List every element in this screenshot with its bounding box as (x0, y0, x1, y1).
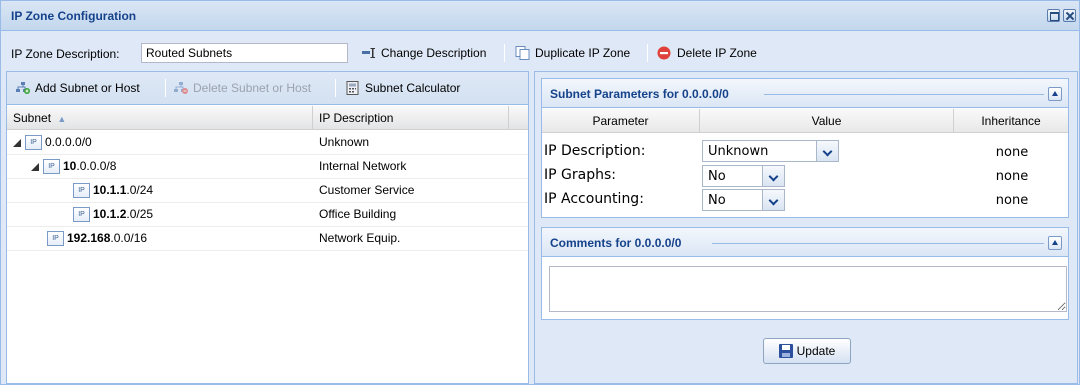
param-label-ip-graphs: IP Graphs: (544, 167, 616, 183)
ip-subnet-icon: IP (43, 159, 60, 175)
subnet-parameters-header: Subnet Parameters for 0.0.0.0/0 (542, 79, 1068, 108)
column-header-parameter: Parameter (542, 109, 700, 133)
column-header-subnet[interactable]: Subnet ▲ (7, 106, 313, 130)
collapse-icon[interactable] (1048, 87, 1062, 101)
parameter-table-header: Parameter Value Inheritance (542, 109, 1068, 133)
comments-textarea[interactable] (549, 266, 1067, 312)
subnet-calculator-label: Subnet Calculator (365, 81, 461, 95)
collapse-icon[interactable] (1048, 236, 1062, 250)
param-label-ip-description: IP Description: (544, 143, 646, 159)
ip-description-cell: Network Equip. (319, 231, 401, 245)
ip-accounting-value: No (708, 193, 726, 208)
column-header-ip-description[interactable]: IP Description (313, 106, 509, 130)
chevron-down-icon (762, 190, 784, 210)
expanded-arrow-icon[interactable] (13, 138, 21, 147)
subnet-value: .0.0/16 (110, 231, 148, 245)
details-area: Subnet Parameters for 0.0.0.0/0 Paramete… (534, 71, 1078, 384)
column-ip-description-label: IP Description (319, 111, 394, 125)
subnet-bold-part: 10.1.2 (93, 207, 127, 221)
delete-zone-label: Delete IP Zone (677, 46, 757, 60)
table-row[interactable]: IP 0.0.0.0/0 Unknown (7, 131, 528, 155)
column-subnet-label: Subnet (13, 111, 52, 125)
inheritance-value: none (995, 193, 1029, 208)
param-label-ip-accounting: IP Accounting: (544, 191, 644, 207)
window-titlebar: IP Zone Configuration (1, 1, 1079, 31)
toolbar-separator (647, 44, 648, 62)
subnet-parameters-panel: Subnet Parameters for 0.0.0.0/0 Paramete… (541, 78, 1069, 218)
delete-icon (657, 46, 673, 60)
column-header-value: Value (700, 109, 954, 133)
add-subnet-label: Add Subnet or Host (35, 81, 140, 95)
ip-description-cell: Unknown (319, 135, 370, 149)
subnet-value: 0.0.0.0/0 (45, 135, 92, 149)
delete-network-icon (173, 81, 189, 95)
ip-description-value: Unknown (708, 144, 769, 159)
ip-accounting-select[interactable]: No (702, 189, 785, 211)
ip-zone-window: IP Zone Configuration IP Zone Descriptio… (0, 0, 1080, 385)
subnet-bold-part: 10.1.1 (93, 183, 127, 197)
subnet-bold-part: 192.168 (67, 231, 111, 245)
grid-header: Subnet ▲ IP Description (7, 106, 528, 130)
comments-panel: Comments for 0.0.0.0/0 (541, 227, 1069, 320)
toolbar-separator (335, 79, 336, 97)
add-subnet-button[interactable]: Add Subnet or Host (15, 78, 140, 98)
update-button[interactable]: Update (763, 338, 851, 364)
inheritance-value: none (995, 145, 1029, 160)
subnet-parameters-title: Subnet Parameters for 0.0.0.0/0 (550, 87, 729, 101)
subnet-bold-part: 10 (63, 159, 77, 173)
ip-subnet-icon: IP (73, 207, 90, 223)
ip-description-select[interactable]: Unknown (702, 140, 839, 162)
table-row[interactable]: IP 192.168.0.0/16 Network Equip. (7, 227, 528, 251)
zone-description-input[interactable] (141, 43, 348, 63)
duplicate-zone-button[interactable]: Duplicate IP Zone (515, 43, 630, 63)
add-network-icon (15, 81, 31, 95)
ip-description-cell: Customer Service (319, 183, 415, 197)
ip-subnet-icon: IP (25, 135, 42, 151)
ip-graphs-select[interactable]: No (702, 165, 785, 187)
table-row[interactable]: IP 10.1.2.0/25 Office Building (7, 203, 528, 227)
duplicate-zone-label: Duplicate IP Zone (535, 46, 631, 60)
ip-graphs-value: No (708, 169, 726, 184)
save-floppy-icon (778, 344, 793, 358)
table-row[interactable]: IP 10.0.0.0/8 Internal Network (7, 155, 528, 179)
chevron-down-icon (816, 141, 838, 161)
close-icon[interactable] (1063, 9, 1076, 22)
column-header-inheritance: Inheritance (981, 114, 1041, 128)
sort-ascending-icon: ▲ (57, 114, 67, 124)
header-rule (764, 94, 1044, 95)
toolbar-separator (504, 44, 505, 62)
inheritance-value: none (995, 169, 1029, 184)
window-title: IP Zone Configuration (11, 9, 137, 23)
subnet-value: .0.0.0/8 (76, 159, 117, 173)
subnet-grid-panel: Add Subnet or Host Delete Subnet or Host… (6, 71, 529, 384)
duplicate-icon (515, 46, 531, 60)
expanded-arrow-icon[interactable] (31, 162, 39, 171)
subnet-calculator-button[interactable]: Subnet Calculator (345, 78, 460, 98)
ip-subnet-icon: IP (73, 183, 90, 199)
delete-zone-button[interactable]: Delete IP Zone (657, 43, 757, 63)
delete-subnet-button[interactable]: Delete Subnet or Host (173, 78, 311, 98)
table-row[interactable]: IP 10.1.1.0/24 Customer Service (7, 179, 528, 203)
chevron-down-icon (762, 166, 784, 186)
calculator-icon (345, 81, 361, 95)
description-label: IP Zone Description: (11, 47, 120, 61)
comments-header: Comments for 0.0.0.0/0 (542, 228, 1068, 257)
header-rule (712, 243, 1044, 244)
change-description-label: Change Description (381, 46, 487, 60)
maximize-icon[interactable] (1047, 9, 1060, 22)
subnet-value: .0/25 (126, 207, 154, 221)
ip-subnet-icon: IP (47, 231, 64, 247)
change-description-button[interactable]: Change Description (361, 43, 486, 63)
subnet-value: .0/24 (126, 183, 154, 197)
ip-description-cell: Office Building (319, 207, 397, 221)
rename-icon (361, 46, 377, 60)
toolbar-separator (165, 79, 166, 97)
ip-description-cell: Internal Network (319, 159, 407, 173)
comments-title: Comments for 0.0.0.0/0 (550, 236, 682, 250)
update-label: Update (796, 344, 836, 358)
subnet-toolbar: Add Subnet or Host Delete Subnet or Host… (7, 72, 528, 105)
delete-subnet-label: Delete Subnet or Host (193, 81, 312, 95)
